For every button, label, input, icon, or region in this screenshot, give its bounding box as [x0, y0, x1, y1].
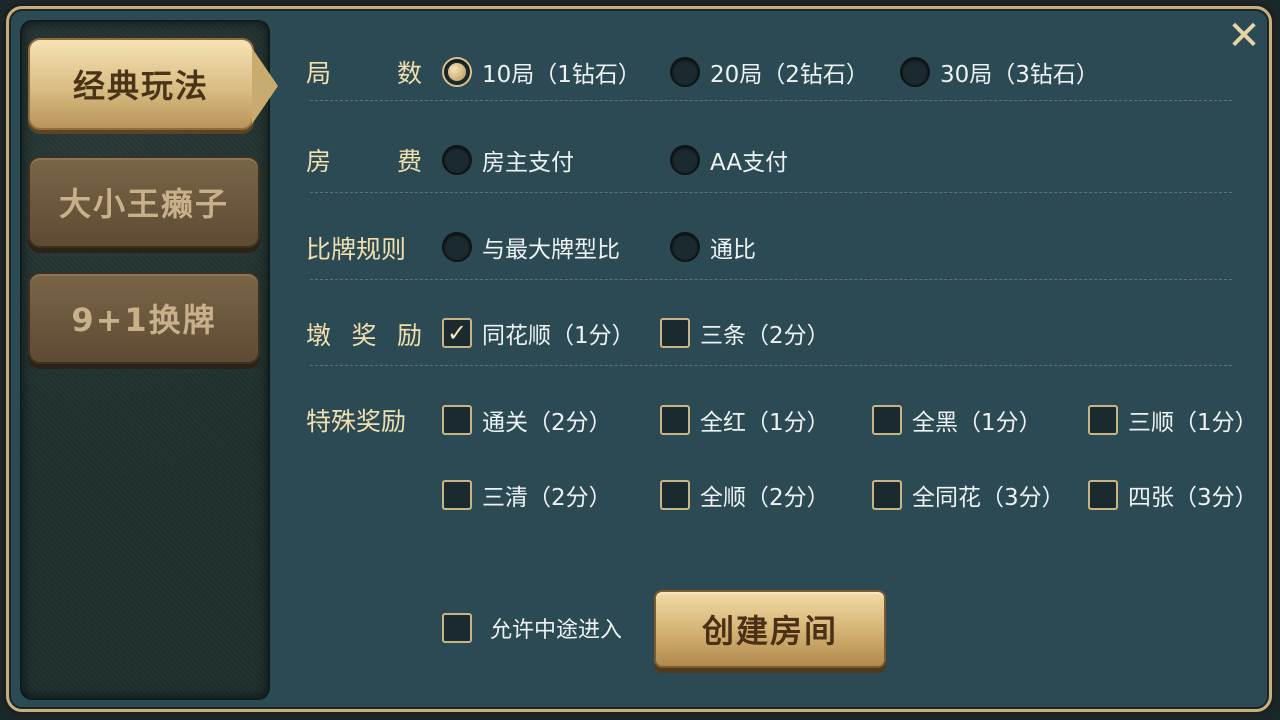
- bonus-label: 墩 奖 励: [306, 321, 422, 350]
- tab-joker-wild[interactable]: 大小王癞子: [28, 156, 260, 248]
- create-room-button[interactable]: 创建房间: [654, 590, 886, 668]
- special-option[interactable]: 全黑（1分）: [872, 403, 1042, 437]
- checkbox-icon[interactable]: [872, 480, 902, 510]
- fee-option-aa[interactable]: AA支付: [670, 143, 788, 177]
- rounds-label: 局 数: [306, 59, 422, 88]
- checkbox-checked-icon[interactable]: ✓: [442, 318, 472, 348]
- special-option[interactable]: 全红（1分）: [660, 403, 830, 437]
- fee-label: 房 费: [306, 147, 422, 176]
- rounds-option-30[interactable]: 30局（3钻石）: [900, 55, 1099, 89]
- bonus-option-three-kind[interactable]: 三条（2分）: [660, 316, 830, 350]
- tab-swap-card[interactable]: 9+1换牌: [28, 272, 260, 364]
- checkbox-icon[interactable]: [872, 405, 902, 435]
- divider: [310, 279, 1232, 280]
- divider: [310, 365, 1232, 366]
- compare-option-max[interactable]: 与最大牌型比: [442, 230, 620, 264]
- divider: [310, 100, 1232, 101]
- close-icon[interactable]: ✕: [1226, 16, 1262, 56]
- checkbox-icon[interactable]: [442, 613, 472, 643]
- compare-label: 比牌规则: [306, 235, 407, 264]
- rounds-option-10[interactable]: 10局（1钻石）: [442, 55, 641, 89]
- tab-classic[interactable]: 经典玩法: [28, 38, 278, 130]
- special-option[interactable]: 通关（2分）: [442, 403, 612, 437]
- radio-icon[interactable]: [900, 57, 930, 87]
- radio-icon[interactable]: [670, 57, 700, 87]
- divider: [310, 192, 1232, 193]
- checkbox-icon[interactable]: [442, 405, 472, 435]
- radio-icon[interactable]: [442, 232, 472, 262]
- checkbox-icon[interactable]: [1088, 405, 1118, 435]
- special-option[interactable]: 三顺（1分）: [1088, 403, 1258, 437]
- radio-selected-icon[interactable]: [442, 57, 472, 87]
- checkbox-icon[interactable]: [442, 480, 472, 510]
- fee-option-host[interactable]: 房主支付: [442, 143, 574, 177]
- special-option[interactable]: 三清（2分）: [442, 478, 612, 512]
- checkbox-icon[interactable]: [660, 318, 690, 348]
- special-option[interactable]: 四张（3分）: [1088, 478, 1258, 512]
- compare-option-all[interactable]: 通比: [670, 230, 756, 264]
- checkbox-icon[interactable]: [1088, 480, 1118, 510]
- radio-icon[interactable]: [670, 232, 700, 262]
- special-option[interactable]: 全同花（3分）: [872, 478, 1065, 512]
- radio-icon[interactable]: [670, 145, 700, 175]
- allow-join-option[interactable]: 允许中途进入: [442, 612, 622, 644]
- special-option[interactable]: 全顺（2分）: [660, 478, 830, 512]
- radio-icon[interactable]: [442, 145, 472, 175]
- bonus-option-straight-flush[interactable]: ✓ 同花顺（1分）: [442, 316, 635, 350]
- rounds-option-20[interactable]: 20局（2钻石）: [670, 55, 869, 89]
- checkbox-icon[interactable]: [660, 405, 690, 435]
- checkbox-icon[interactable]: [660, 480, 690, 510]
- special-label: 特殊奖励: [306, 407, 407, 436]
